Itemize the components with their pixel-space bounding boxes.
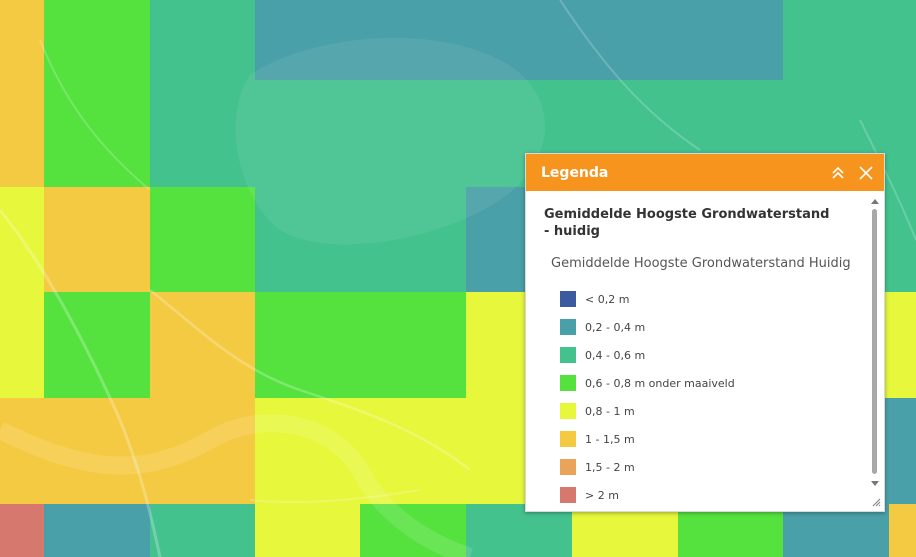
map-cell [44, 187, 150, 292]
legend-label: > 2 m [585, 488, 619, 502]
legend-header: Legenda [526, 154, 884, 191]
scroll-up-arrow-icon[interactable] [871, 199, 879, 204]
sublayer-title: Gemiddelde Hoogste Grondwaterstand Huidi… [551, 256, 851, 271]
map-cell [150, 504, 255, 557]
legend-label: 0,6 - 0,8 m onder maaiveld [585, 376, 735, 390]
legend-item: 1,5 - 2 m [560, 453, 735, 481]
legend-label: 0,2 - 0,4 m [585, 320, 646, 334]
legend-item: 0,4 - 0,6 m [560, 341, 735, 369]
legend-label: 1,5 - 2 m [585, 460, 635, 474]
legend-swatch [560, 375, 576, 391]
legend-item: > 2 m [560, 481, 735, 509]
map-cell [0, 80, 44, 187]
map-cell [255, 0, 783, 80]
legend-swatch [560, 319, 576, 335]
legend-swatch [560, 487, 576, 503]
legend-label: < 0,2 m [585, 292, 630, 306]
legend-item: 1 - 1,5 m [560, 425, 735, 453]
map-cell [150, 187, 255, 292]
legend-item: 0,8 - 1 m [560, 397, 735, 425]
legend-swatch [560, 403, 576, 419]
legend-swatch [560, 431, 576, 447]
map-cell [885, 398, 916, 504]
map-cell [44, 0, 150, 80]
legend-label: 0,4 - 0,6 m [585, 348, 646, 362]
legend-list: < 0,2 m 0,2 - 0,4 m 0,4 - 0,6 m 0,6 - 0,8 m… [560, 285, 735, 509]
legend-swatch [560, 459, 576, 475]
legend-label: 0,8 - 1 m [585, 404, 635, 418]
map-cell [0, 292, 44, 398]
map-cell [255, 292, 466, 398]
legend-body[interactable]: Gemiddelde Hoogste Grondwaterstand - hui… [526, 191, 884, 510]
legend-panel: Legenda Gemiddelde Hoogste Grondwatersta… [525, 153, 885, 512]
map-cell [889, 504, 916, 557]
map-cell [150, 292, 255, 398]
legend-swatch [560, 291, 576, 307]
map-cell [0, 504, 44, 557]
legend-item: 0,6 - 0,8 m onder maaiveld [560, 369, 735, 397]
map-cell [44, 292, 150, 398]
map-cell [783, 0, 916, 80]
map-cell [150, 0, 255, 80]
legend-swatch [560, 347, 576, 363]
map-cell [360, 504, 466, 557]
legend-label: 1 - 1,5 m [585, 432, 635, 446]
map-cell [255, 504, 360, 557]
double-chevron-up-icon[interactable] [828, 163, 848, 183]
legend-title: Legenda [541, 164, 609, 181]
scrollbar[interactable] [872, 209, 877, 474]
resize-handle-icon[interactable] [871, 497, 881, 507]
map-cell [0, 187, 44, 292]
layer-title: Gemiddelde Hoogste Grondwaterstand - hui… [544, 207, 830, 239]
map-cell [44, 80, 150, 187]
map-cell [0, 398, 255, 504]
map-cell [255, 187, 466, 292]
scroll-down-arrow-icon[interactable] [871, 481, 879, 486]
legend-item: 0,2 - 0,4 m [560, 313, 735, 341]
legend-item: < 0,2 m [560, 285, 735, 313]
map-cell [44, 504, 150, 557]
close-icon[interactable] [856, 163, 876, 183]
map-cell [0, 0, 44, 80]
